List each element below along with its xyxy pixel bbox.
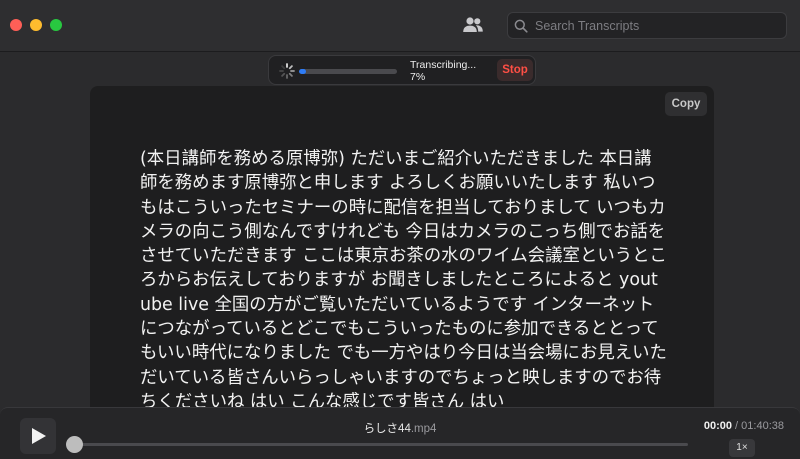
progress-status: Transcribing... [410, 59, 477, 71]
search-input[interactable] [535, 18, 775, 33]
file-name: らしさ44.mp4 [0, 420, 800, 436]
search-icon [514, 19, 528, 33]
title-bar [0, 0, 800, 52]
minimize-window-button[interactable] [30, 19, 42, 31]
transcription-progress: Transcribing... 7% Stop [268, 55, 536, 85]
progress-percent: 7% [410, 71, 426, 83]
close-window-button[interactable] [10, 19, 22, 31]
file-name-base: らしさ44 [363, 423, 411, 435]
search-field[interactable] [507, 12, 787, 39]
zoom-window-button[interactable] [50, 19, 62, 31]
spinner-icon [279, 63, 295, 79]
progress-fill [299, 69, 306, 74]
people-icon[interactable] [462, 15, 484, 35]
time-readout: 00:00 / 01:40:38 [704, 420, 784, 432]
stop-button[interactable]: Stop [497, 59, 533, 81]
transcript-panel: Copy (本日講師を務める原博弥) ただいまご紹介いただきました 本日講師を務… [90, 86, 714, 416]
scrub-handle[interactable] [66, 436, 83, 453]
time-separator: / [732, 420, 742, 432]
scrub-track[interactable] [68, 443, 688, 446]
transcript-text[interactable]: (本日講師を務める原博弥) ただいまご紹介いただきました 本日講師を務めます原博… [140, 147, 668, 416]
file-extension: .mp4 [410, 423, 437, 435]
total-time: 01:40:38 [741, 420, 784, 432]
player-bar: らしさ44.mp4 00:00 / 01:40:38 1× [0, 407, 800, 459]
playback-speed-button[interactable]: 1× [729, 439, 755, 457]
progress-track [299, 69, 397, 74]
copy-button[interactable]: Copy [665, 92, 707, 116]
current-time: 00:00 [703, 420, 732, 432]
